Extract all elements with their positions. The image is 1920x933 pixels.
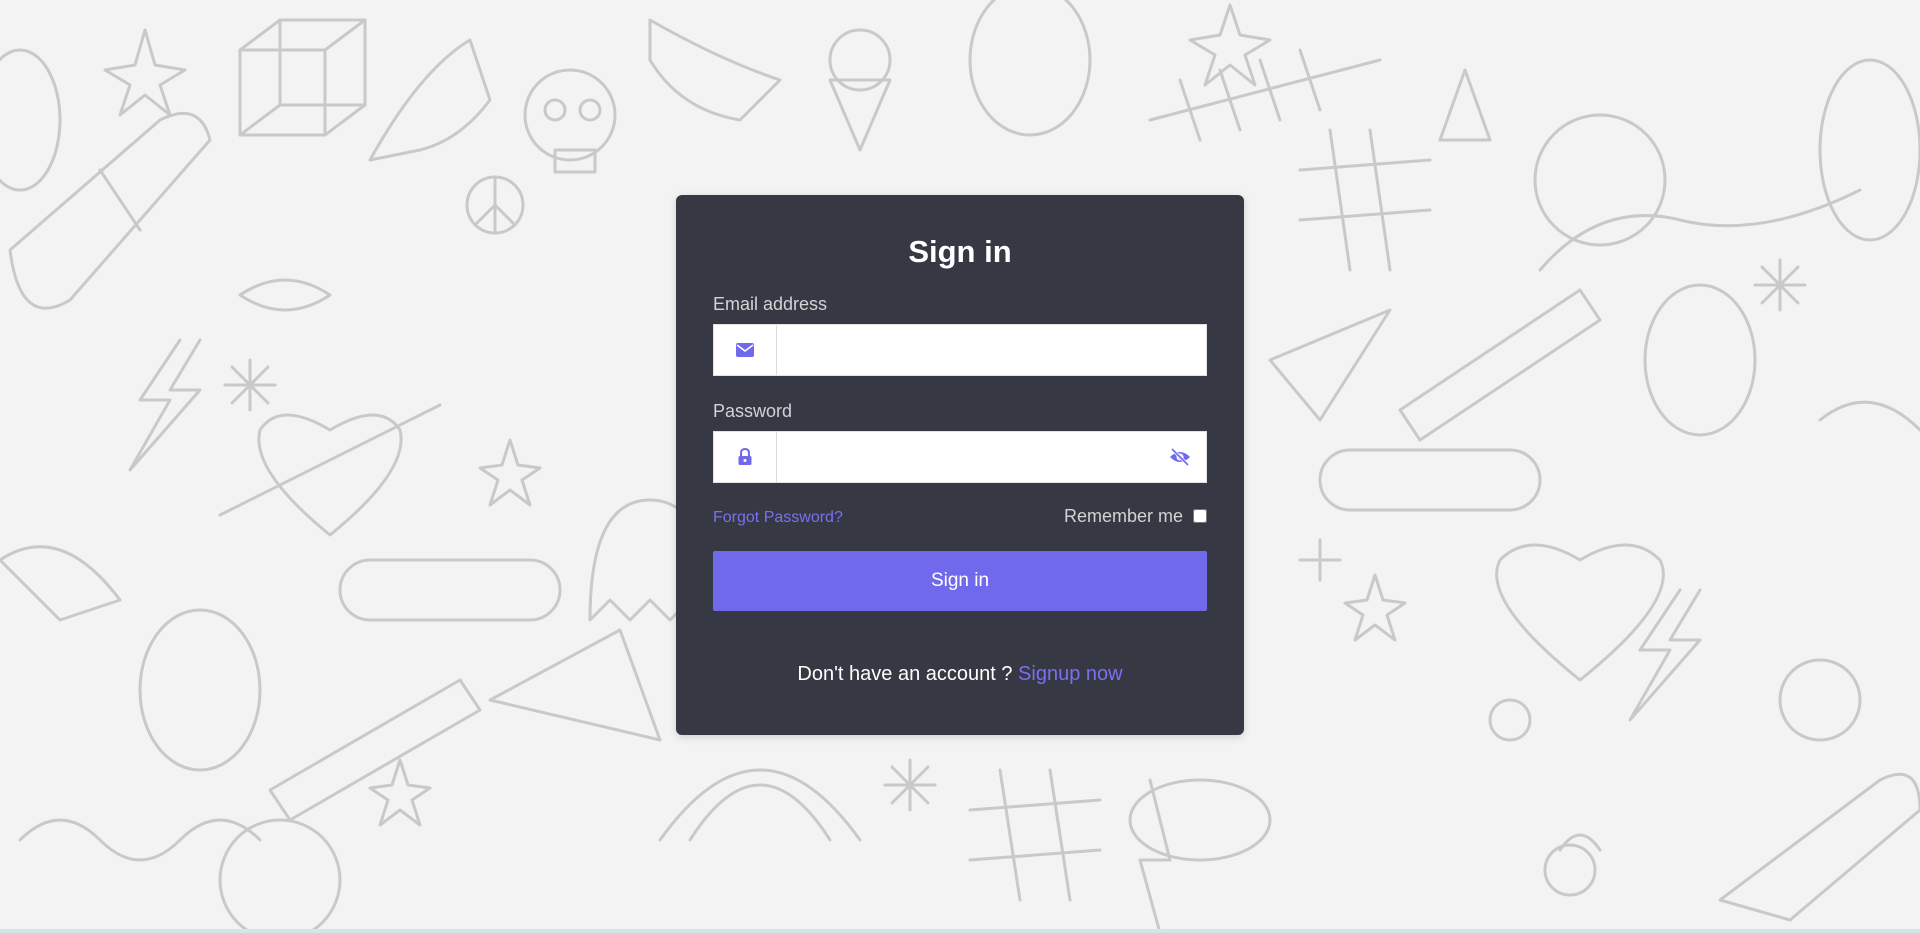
heart-doodle (1495, 543, 1665, 682)
asterisk-doodle (223, 358, 277, 412)
bat-wing-doodle (368, 38, 492, 162)
pencil-doodle (268, 678, 482, 822)
star-doodle (103, 28, 187, 117)
peace-doodle (465, 175, 525, 235)
signup-link[interactable]: Signup now (1018, 663, 1123, 685)
email-input-group (713, 324, 1207, 376)
email-field[interactable] (777, 325, 1206, 375)
lightning-doodle (128, 338, 202, 472)
remember-me-checkbox[interactable] (1193, 509, 1207, 523)
forgot-password-link[interactable]: Forgot Password? (713, 509, 843, 527)
scribble-doodle (1148, 48, 1382, 142)
rainbow-doodle (658, 768, 862, 842)
lips-doodle (238, 278, 332, 312)
signup-prompt-text: Don't have an account ? (797, 663, 1013, 685)
signin-button[interactable]: Sign in (713, 551, 1207, 611)
signin-title: Sign in (908, 234, 1012, 269)
signin-card: Sign in Email address Password Forgot Pa… (676, 195, 1244, 735)
email-label: Email address (713, 294, 828, 314)
password-input-group (713, 431, 1207, 483)
skull-doodle (523, 68, 617, 174)
options-row: Forgot Password? Remember me (713, 503, 1207, 529)
lock-icon (714, 432, 777, 482)
heart-doodle (257, 413, 403, 537)
skateboard-doodle (338, 558, 562, 622)
remember-me[interactable]: Remember me (1064, 506, 1207, 527)
bat-wing-doodle (648, 18, 782, 122)
pizza-doodle (488, 628, 662, 742)
remember-me-label: Remember me (1063, 505, 1183, 526)
signup-prompt: Don't have an account ? Signup now (713, 663, 1207, 686)
cube-doodle (238, 18, 367, 137)
eye-slash-icon[interactable] (1154, 432, 1206, 482)
bandage-doodle (1718, 772, 1920, 922)
envelope-icon (714, 325, 777, 375)
bottom-strip (0, 929, 1920, 933)
bandage-doodle (8, 111, 212, 310)
password-label: Password (713, 401, 793, 421)
password-field[interactable] (777, 432, 1154, 482)
pineapple-doodle (138, 608, 262, 772)
blob-doodle (968, 0, 1092, 137)
